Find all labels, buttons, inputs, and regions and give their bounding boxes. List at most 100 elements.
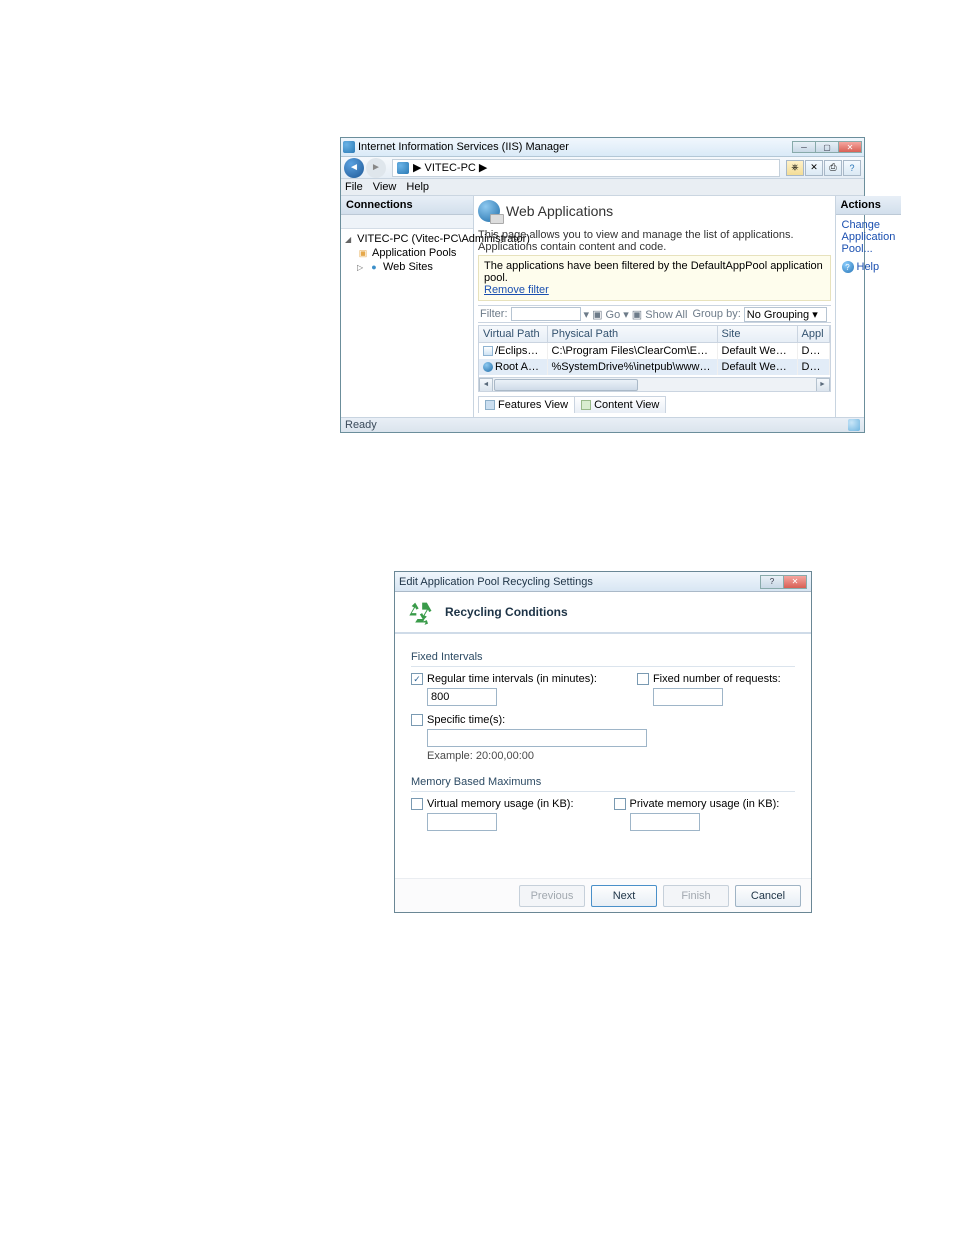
tab-features-view[interactable]: Features View <box>478 396 575 413</box>
connections-header: Connections <box>341 196 473 215</box>
horizontal-scrollbar[interactable]: ◄ ► <box>479 377 830 391</box>
content-tab-icon <box>581 400 591 410</box>
private-memory-label: Private memory usage (in KB): <box>630 798 780 810</box>
page-description: This page allows you to view and manage … <box>478 229 831 253</box>
col-virtual-path[interactable]: Virtual Path <box>479 326 547 343</box>
actions-panel: Actions Change Application Pool... ? Hel… <box>835 196 902 417</box>
minimize-button[interactable]: ─ <box>792 141 816 153</box>
page-title: Web Applications <box>506 203 613 219</box>
maximize-button[interactable]: ▢ <box>815 141 839 153</box>
iis-app-icon <box>343 141 355 153</box>
virtual-memory-checkbox[interactable]: Virtual memory usage (in KB): <box>411 798 574 810</box>
tree-websites-label: Web Sites <box>383 261 433 273</box>
cell-pool: Defa <box>797 359 829 375</box>
nav-back-button[interactable]: ◄ <box>344 158 364 178</box>
dialog-title: Edit Application Pool Recycling Settings <box>399 576 593 588</box>
private-memory-input <box>630 813 700 831</box>
help-link[interactable]: ? Help <box>836 257 902 275</box>
cell-vpath: Root Application <box>495 361 547 373</box>
go-button[interactable]: ▾ ▣ Go <box>584 308 621 321</box>
checkbox-icon <box>614 798 626 810</box>
change-app-pool-link[interactable]: Change Application Pool... <box>836 215 902 257</box>
connections-toolbar <box>341 215 473 229</box>
cell-vpath: /EclipseServer <box>495 345 547 357</box>
tree-toggle-icon[interactable]: ▷ <box>357 263 365 272</box>
tab-features-label: Features View <box>498 399 568 411</box>
cancel-button[interactable]: Cancel <box>735 885 801 907</box>
menubar: File View Help <box>341 179 864 196</box>
col-physical-path[interactable]: Physical Path <box>547 326 717 343</box>
group-by-select[interactable]: No Grouping ▾ <box>744 307 827 322</box>
col-site[interactable]: Site <box>717 326 797 343</box>
help-button[interactable]: ? <box>843 160 861 176</box>
status-icon <box>848 419 860 431</box>
toolbar-right: ⎈ ✕ ⎙ ? <box>786 160 861 176</box>
specific-times-hint: Example: 20:00,00:00 <box>427 750 795 762</box>
filter-toolbar: Filter: ▾ ▣ Go ▾ ▣ Show All Group by: No… <box>478 305 831 323</box>
breadcrumb-text: ▶ VITEC-PC ▶ <box>413 161 487 174</box>
fixed-requests-label: Fixed number of requests: <box>653 673 781 685</box>
menu-help[interactable]: Help <box>406 181 429 193</box>
virtual-memory-field: Virtual memory usage (in KB): <box>411 798 574 831</box>
scroll-left-arrow[interactable]: ◄ <box>479 378 493 392</box>
dialog-close-button[interactable]: ✕ <box>783 575 807 589</box>
tree-server-node[interactable]: ◢ VITEC-PC (Vitec-PC\Administrator) <box>343 232 471 246</box>
help-label: Help <box>857 261 880 273</box>
app-icon <box>483 362 493 372</box>
regular-interval-label: Regular time intervals (in minutes): <box>427 673 597 685</box>
fixed-requests-checkbox[interactable]: Fixed number of requests: <box>637 673 781 685</box>
filter-input[interactable] <box>511 307 581 321</box>
fixed-requests-input <box>653 688 723 706</box>
scroll-thumb[interactable] <box>494 379 638 391</box>
specific-times-field: Specific time(s): Example: 20:00,00:00 <box>411 714 795 762</box>
show-all-button[interactable]: ▾ ▣ Show All <box>623 308 687 321</box>
toolbar-btn-1[interactable]: ⎈ <box>786 160 804 176</box>
regular-interval-checkbox[interactable]: ✓ Regular time intervals (in minutes): <box>411 673 597 685</box>
menu-file[interactable]: File <box>345 181 363 193</box>
regular-interval-input[interactable] <box>427 688 497 706</box>
remove-filter-link[interactable]: Remove filter <box>484 284 549 296</box>
window-controls: ─ ▢ ✕ <box>793 141 862 153</box>
dialog-banner-title: Recycling Conditions <box>445 605 568 619</box>
next-button[interactable]: Next <box>591 885 657 907</box>
specific-times-label: Specific time(s): <box>427 714 505 726</box>
tree-app-pools-label: Application Pools <box>372 247 456 259</box>
fixed-requests-field: Fixed number of requests: <box>637 673 781 706</box>
status-text: Ready <box>345 419 377 431</box>
breadcrumb[interactable]: ▶ VITEC-PC ▶ <box>392 159 780 177</box>
col-app-pool[interactable]: Appl <box>797 326 829 343</box>
toolbar-btn-3[interactable]: ⎙ <box>824 160 842 176</box>
toolbar-btn-2[interactable]: ✕ <box>805 160 823 176</box>
private-memory-field: Private memory usage (in KB): <box>614 798 780 831</box>
tree-toggle-icon[interactable]: ◢ <box>345 235 351 244</box>
cell-ppath: C:\Program Files\ClearCom\Eclipse Conf..… <box>547 343 717 360</box>
status-bar: Ready <box>341 417 864 432</box>
breadcrumb-icon <box>397 162 409 174</box>
titlebar: Internet Information Services (IIS) Mana… <box>341 138 864 157</box>
regular-interval-field: ✓ Regular time intervals (in minutes): <box>411 673 597 706</box>
table-row[interactable]: /EclipseServer C:\Program Files\ClearCom… <box>479 343 829 360</box>
app-pools-icon: ▣ <box>357 247 369 259</box>
table-row[interactable]: Root Application %SystemDrive%\inetpub\w… <box>479 359 829 375</box>
filter-message-box: The applications have been filtered by t… <box>478 255 831 301</box>
features-tab-icon <box>485 400 495 410</box>
checkbox-icon <box>637 673 649 685</box>
dialog-titlebar: Edit Application Pool Recycling Settings… <box>395 572 811 592</box>
private-memory-checkbox[interactable]: Private memory usage (in KB): <box>614 798 780 810</box>
checkbox-checked-icon: ✓ <box>411 673 423 685</box>
tree-app-pools[interactable]: ▣ Application Pools <box>343 246 471 260</box>
dialog-body: Fixed Intervals ✓ Regular time intervals… <box>395 634 811 835</box>
dialog-help-button[interactable]: ? <box>760 575 784 589</box>
virtual-memory-label: Virtual memory usage (in KB): <box>427 798 574 810</box>
menu-view[interactable]: View <box>373 181 397 193</box>
web-apps-icon <box>478 200 500 222</box>
tree-web-sites[interactable]: ▷ ● Web Sites <box>343 260 471 274</box>
window-title: Internet Information Services (IIS) Mana… <box>358 141 569 153</box>
memory-group-label: Memory Based Maximums <box>411 776 795 788</box>
close-button[interactable]: ✕ <box>838 141 862 153</box>
tab-content-view[interactable]: Content View <box>574 396 666 413</box>
specific-times-input <box>427 729 647 747</box>
scroll-right-arrow[interactable]: ► <box>816 378 830 392</box>
specific-times-checkbox[interactable]: Specific time(s): <box>411 714 795 726</box>
virtual-memory-input <box>427 813 497 831</box>
